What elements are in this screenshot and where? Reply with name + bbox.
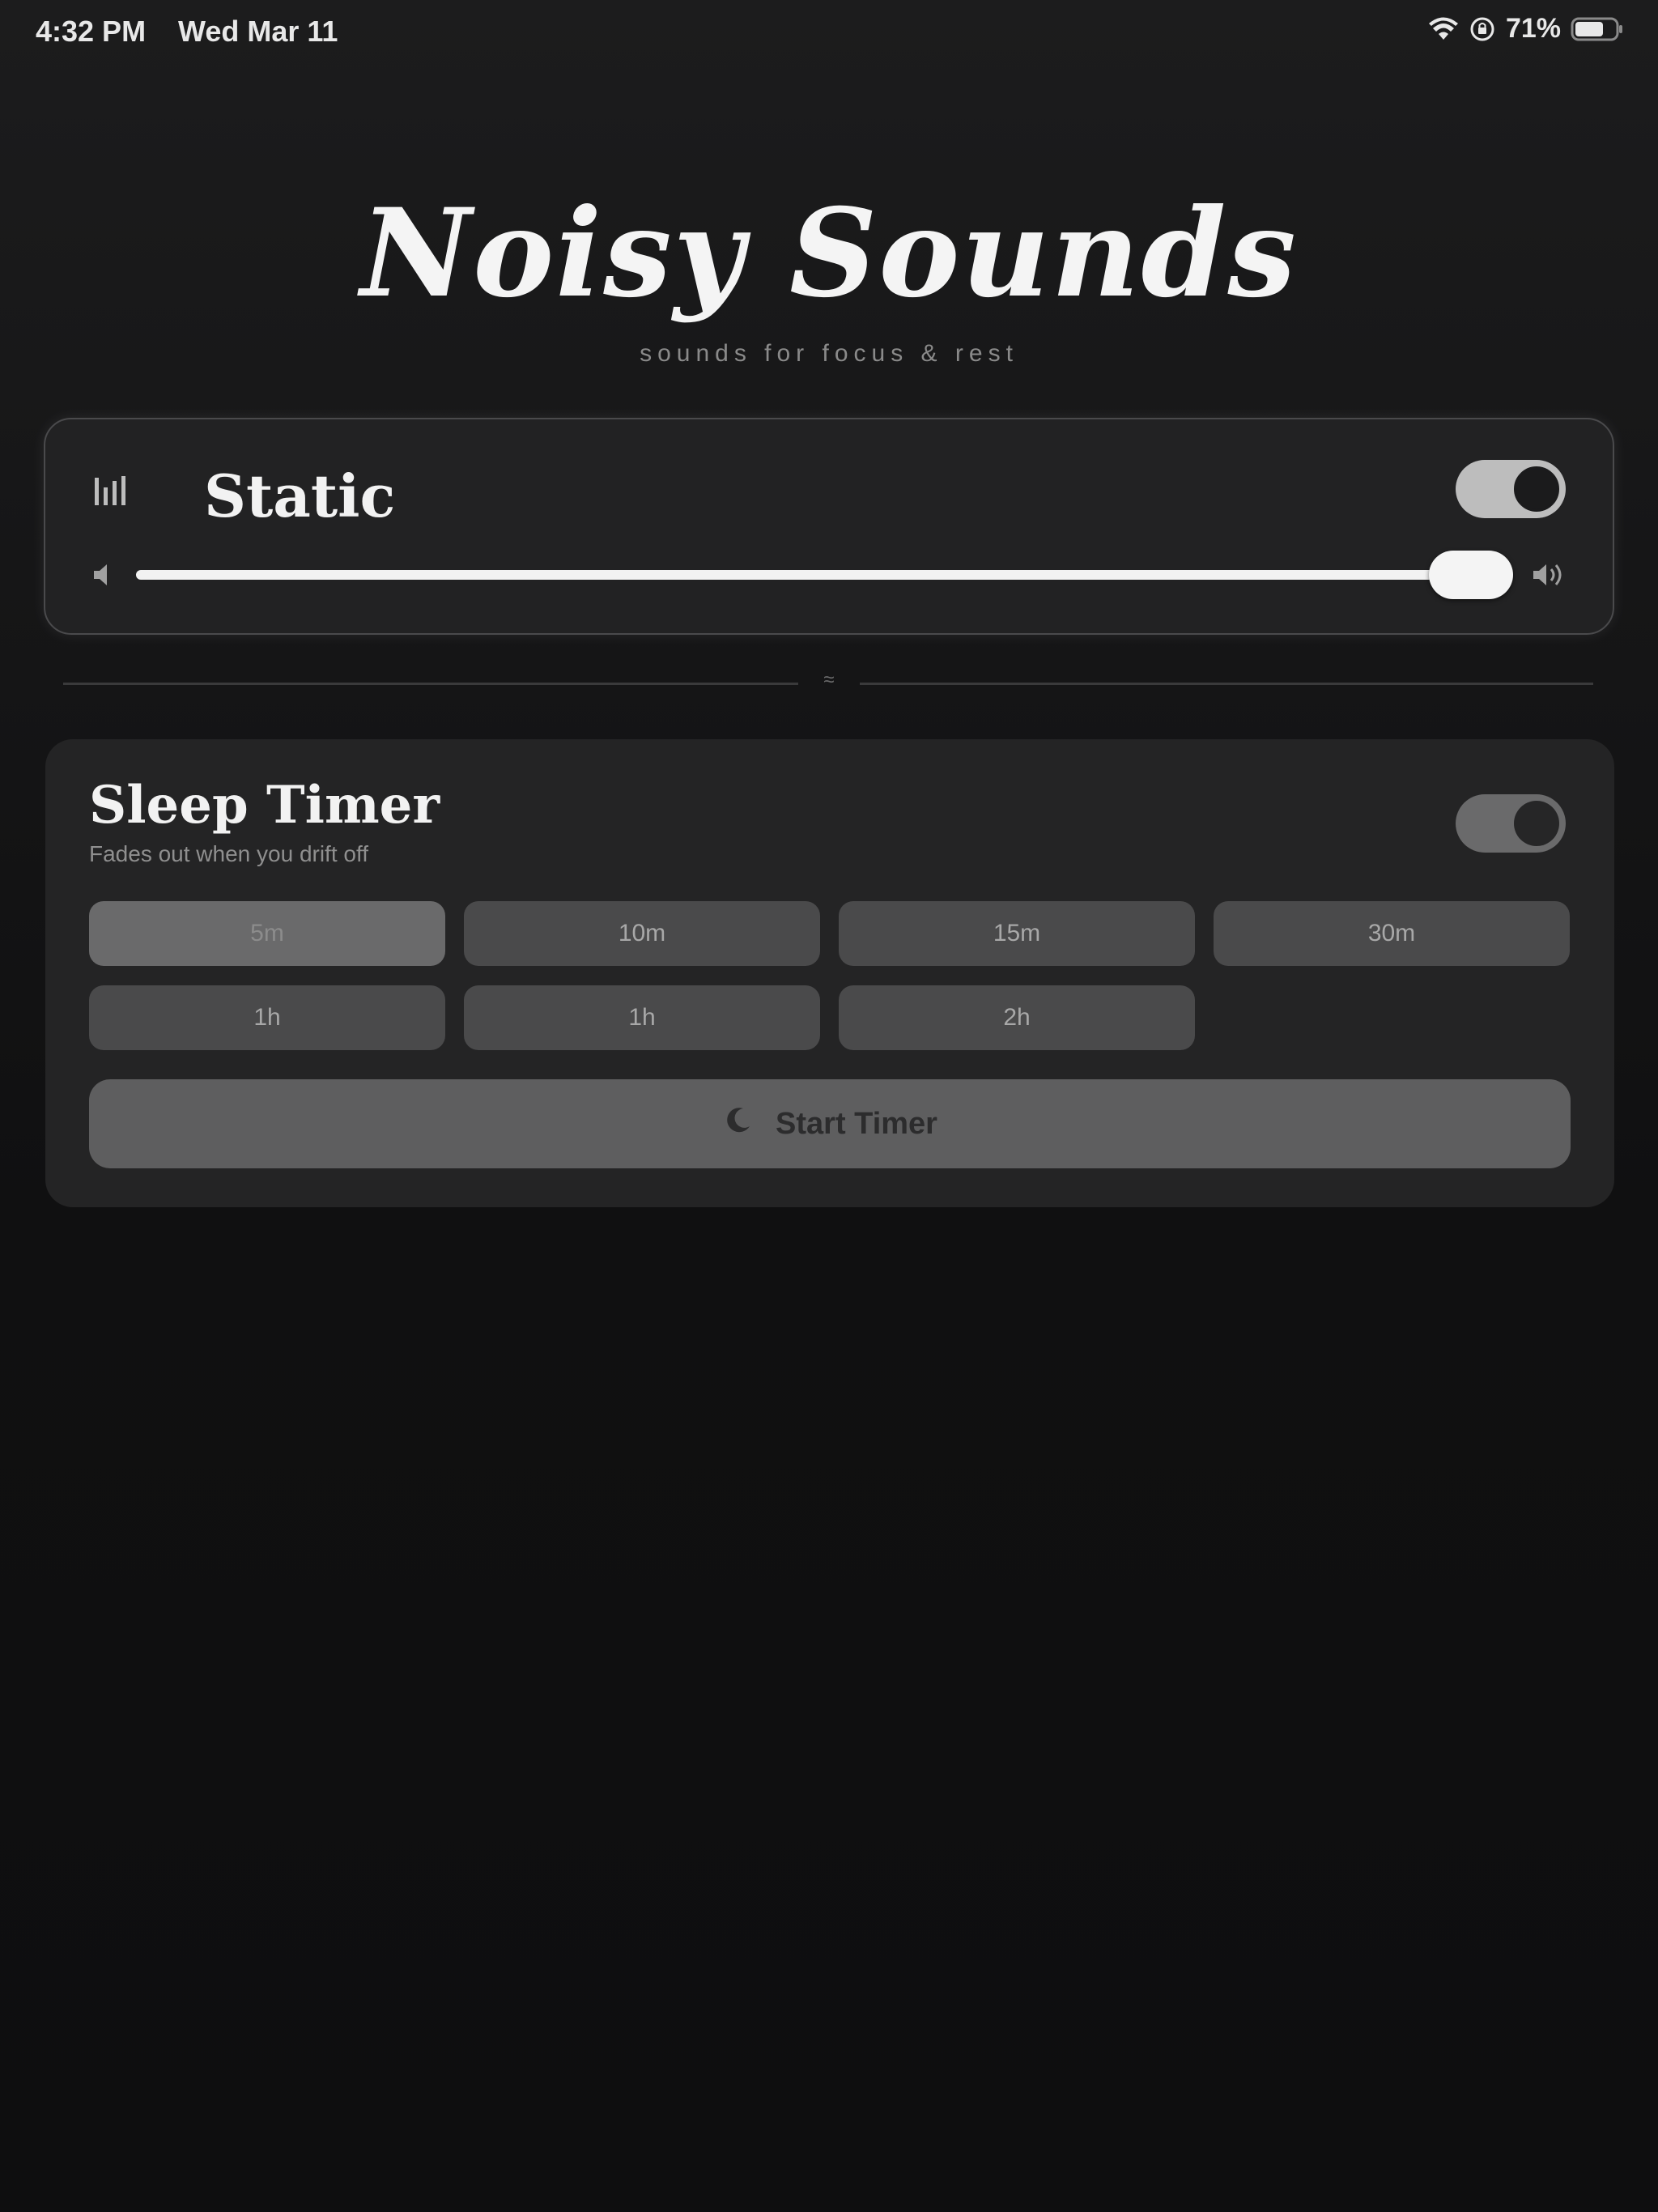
speaker-high-icon — [1532, 559, 1569, 595]
battery-percent: 71% — [1505, 13, 1561, 44]
volume-slider-fill — [136, 570, 1471, 580]
timer-option-30m[interactable]: 30m — [1214, 901, 1570, 966]
sound-toggle[interactable] — [1456, 460, 1566, 518]
app-title: Noisy Sounds — [360, 182, 1298, 325]
timer-option-1h-second[interactable]: 1h — [464, 985, 820, 1050]
sound-card-static: Static — [44, 418, 1614, 635]
toggle-knob — [1514, 801, 1559, 846]
status-bar: 4:32 PM Wed Mar 11 71% — [0, 0, 1658, 65]
toggle-knob — [1514, 466, 1559, 512]
status-date: Wed Mar 11 — [178, 15, 338, 48]
timer-option-10m[interactable]: 10m — [464, 901, 820, 966]
divider-line-right — [860, 683, 1593, 685]
timer-option-15m[interactable]: 15m — [839, 901, 1195, 966]
wifi-icon — [1428, 17, 1459, 41]
status-indicators: 71% — [1428, 13, 1624, 45]
volume-slider[interactable] — [136, 551, 1513, 599]
start-timer-label: Start Timer — [776, 1106, 937, 1141]
sleep-timer-toggle[interactable] — [1456, 794, 1566, 853]
app-subtitle: sounds for focus & rest — [640, 340, 1018, 367]
sleep-timer-card: Sleep Timer Fades out when you drift off… — [45, 739, 1614, 1207]
volume-slider-thumb[interactable] — [1429, 551, 1513, 599]
speaker-low-icon — [91, 559, 115, 595]
sound-name: Static — [204, 462, 396, 530]
app-screen: 4:32 PM Wed Mar 11 71% Noisy Sounds soun… — [0, 0, 1658, 2212]
divider-line-left — [63, 683, 798, 685]
battery-icon — [1571, 16, 1624, 42]
status-time: 4:32 PM — [36, 15, 147, 48]
lock-rotation-icon — [1469, 15, 1496, 43]
sleep-timer-subtitle: Fades out when you drift off — [89, 841, 369, 866]
sleep-timer-title: Sleep Timer — [89, 775, 440, 836]
equalizer-icon — [92, 473, 130, 514]
start-timer-button[interactable]: Start Timer — [89, 1079, 1571, 1168]
timer-option-2h[interactable]: 2h — [839, 985, 1195, 1050]
divider-glyph: ≈ — [823, 669, 835, 691]
timer-option-1h[interactable]: 1h — [89, 985, 445, 1050]
moon-icon — [722, 1104, 755, 1144]
timer-option-5m[interactable]: 5m — [89, 901, 445, 966]
